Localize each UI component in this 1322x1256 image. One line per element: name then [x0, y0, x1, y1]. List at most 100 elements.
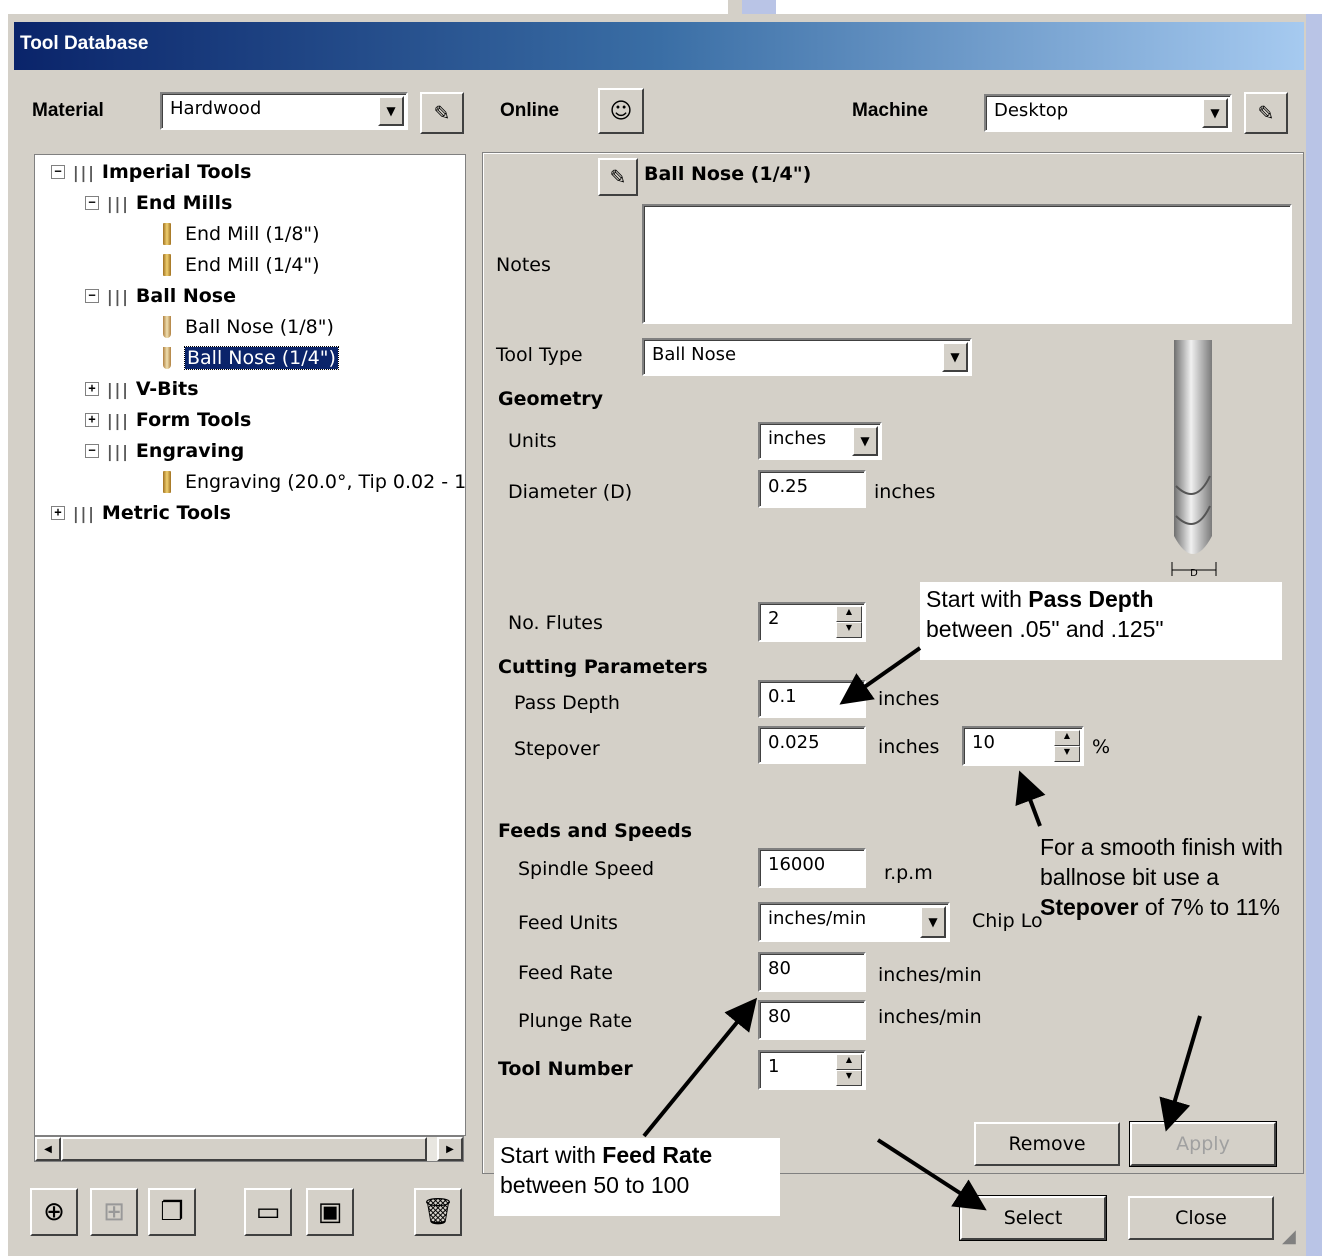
open-folder-icon: ▭ [255, 1197, 281, 1227]
plunge-label: Plunge Rate [518, 1010, 633, 1032]
material-value: Hardwood [170, 98, 262, 119]
tool-tree[interactable]: − ||| Imperial Tools − ||| End Mills End Mil… [34, 154, 466, 1136]
end-mill-icon [163, 254, 171, 276]
stepover-label: Stepover [514, 738, 600, 760]
remove-button[interactable]: Remove [974, 1122, 1120, 1166]
feed-rate-label: Feed Rate [518, 962, 613, 984]
edit-material-button[interactable]: ✎ [420, 92, 464, 134]
machine-value: Desktop [994, 100, 1069, 121]
plunge-unit: inches/min [878, 1006, 982, 1028]
plunge-input[interactable]: 80 [758, 1000, 866, 1040]
flutes-label: No. Flutes [508, 612, 603, 634]
apply-button[interactable]: Apply [1129, 1121, 1277, 1167]
background-strip [0, 0, 1322, 14]
feeds-header: Feeds and Speeds [498, 820, 693, 842]
tree-item-metric[interactable]: + ||| Metric Tools [51, 502, 231, 524]
spindle-input[interactable]: 16000 [758, 848, 866, 888]
tree-item-imperial[interactable]: − ||| Imperial Tools [51, 161, 251, 183]
engraving-icon [163, 471, 171, 493]
machine-label: Machine [852, 100, 929, 121]
spinner-arrows: ▲ ▼ [1054, 730, 1080, 762]
pass-depth-callout: Start with Pass Depth between .05" and .… [920, 582, 1282, 660]
edit-machine-button[interactable]: ✎ [1244, 92, 1288, 134]
tree-item-engraving[interactable]: − ||| Engraving [85, 440, 244, 462]
copy-button[interactable]: ❐ [148, 1188, 196, 1236]
online-button[interactable]: ☺ [598, 88, 644, 134]
scroll-left-button[interactable]: ◀ [35, 1137, 61, 1161]
chip-load-label: Chip Lo [972, 910, 1043, 932]
save-button[interactable]: ▣ [306, 1188, 354, 1236]
stepover-input[interactable]: 0.025 [758, 726, 866, 764]
tool-number-spinner[interactable]: 1 ▲ ▼ [758, 1050, 866, 1090]
online-label: Online [500, 100, 560, 121]
notes-textarea[interactable] [642, 204, 1292, 324]
chevron-down-icon[interactable]: ▼ [1202, 98, 1228, 128]
tree-item-ball-nose-2[interactable]: Ball Nose (1/4") [163, 346, 339, 370]
window-edge [1306, 14, 1322, 1256]
chevron-down-icon[interactable]: ▼ [942, 342, 968, 372]
chevron-down-icon[interactable]: ▼ [920, 906, 946, 938]
end-mill-icon [163, 223, 171, 245]
tree-item-vbits[interactable]: + ||| V-Bits [85, 378, 199, 400]
diameter-label: Diameter (D) [508, 481, 633, 503]
pass-depth-unit: inches [878, 688, 940, 710]
tree-item-end-mill-1[interactable]: End Mill (1/8") [163, 223, 320, 245]
add-group-button[interactable]: ⊞ [90, 1188, 138, 1236]
ball-nose-icon [163, 347, 171, 369]
cutting-header: Cutting Parameters [498, 656, 708, 678]
feed-rate-input[interactable]: 80 [758, 952, 866, 992]
diameter-unit: inches [874, 481, 936, 503]
tree-item-form-tools[interactable]: + ||| Form Tools [85, 409, 251, 431]
open-button[interactable]: ▭ [244, 1188, 292, 1236]
tool-number-label: Tool Number [498, 1058, 633, 1080]
notes-label: Notes [496, 254, 551, 276]
flutes-spinner[interactable]: 2 ▲ ▼ [758, 602, 866, 642]
select-button[interactable]: Select [959, 1195, 1107, 1241]
user-icon: ☺ [609, 98, 633, 124]
copy-icon: ❐ [160, 1197, 184, 1227]
spindle-unit: r.p.m [884, 862, 933, 884]
feed-units-select[interactable]: inches/min ▼ [758, 902, 950, 942]
window-title: Tool Database [20, 33, 149, 54]
spinner-arrows: ▲ ▼ [836, 606, 862, 638]
percent-sign: % [1092, 736, 1111, 758]
diameter-input[interactable]: 0.25 [758, 470, 866, 508]
tree-item-engraving-1[interactable]: Engraving (20.0°, Tip 0.02 - 1 [163, 471, 465, 493]
edit-icon: ✎ [1257, 101, 1275, 125]
delete-button[interactable]: 🗑 [414, 1188, 462, 1236]
scroll-right-button[interactable]: ▶ [437, 1137, 463, 1161]
tool-diagram: D [1171, 340, 1217, 579]
material-select[interactable]: Hardwood ▼ [160, 92, 408, 130]
spinner-arrows: ▲ ▼ [836, 1054, 862, 1086]
feed-rate-unit: inches/min [878, 964, 982, 986]
tool-type-select[interactable]: Ball Nose ▼ [642, 338, 972, 376]
delete-icon: 🗑 [421, 1197, 455, 1227]
tree-item-ball-nose[interactable]: − ||| Ball Nose [85, 285, 236, 307]
feed-rate-callout: Start with Feed Rate between 50 to 100 [494, 1138, 780, 1216]
ball-nose-icon [163, 316, 171, 338]
units-select[interactable]: inches ▼ [758, 422, 882, 460]
tool-name: Ball Nose (1/4") [644, 163, 812, 185]
stepover-percent-spinner[interactable]: 10 ▲ ▼ [962, 726, 1084, 766]
tree-item-ball-nose-1[interactable]: Ball Nose (1/8") [163, 316, 334, 338]
tree-item-end-mill-2[interactable]: End Mill (1/4") [163, 254, 320, 276]
tool-type-label: Tool Type [496, 344, 583, 366]
save-icon: ▣ [317, 1197, 343, 1227]
title-bar [14, 22, 1304, 70]
machine-select[interactable]: Desktop ▼ [984, 94, 1232, 132]
chevron-down-icon[interactable]: ▼ [378, 96, 404, 126]
add-group-icon: ⊞ [103, 1197, 125, 1227]
chevron-down-icon[interactable]: ▼ [852, 426, 878, 456]
resize-grip-icon[interactable]: ◢ [1282, 1226, 1296, 1247]
tree-horizontal-scrollbar[interactable]: ◀ ▶ [34, 1136, 464, 1162]
scroll-thumb[interactable] [61, 1137, 427, 1161]
pass-depth-input[interactable]: 0.1 [758, 680, 866, 718]
diameter-marker: D [1190, 568, 1198, 579]
tree-item-end-mills[interactable]: − ||| End Mills [85, 192, 232, 214]
spindle-label: Spindle Speed [518, 858, 655, 880]
add-tool-button[interactable]: ⊕ [30, 1188, 78, 1236]
edit-tool-name-button[interactable]: ✎ [598, 158, 638, 196]
close-button[interactable]: Close [1128, 1196, 1274, 1240]
stepover-unit: inches [878, 736, 940, 758]
pass-depth-label: Pass Depth [514, 692, 620, 714]
